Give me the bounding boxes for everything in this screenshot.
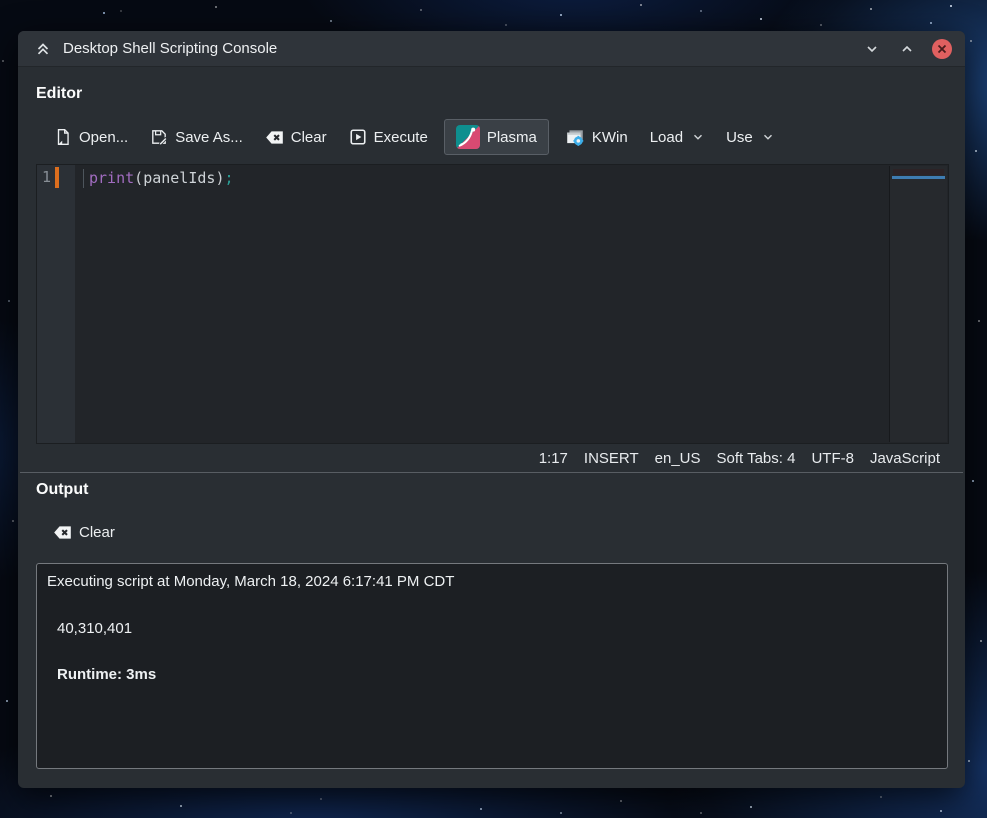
window-controls bbox=[861, 38, 953, 60]
document-open-icon bbox=[54, 128, 72, 146]
close-button[interactable] bbox=[931, 38, 953, 60]
output-toolbar: Clear bbox=[53, 519, 115, 545]
starfield-wallpaper bbox=[0, 0, 2, 2]
kwin-toggle-label: KWin bbox=[592, 129, 628, 146]
chevron-up-icon bbox=[898, 40, 916, 58]
output-line-result: 40,310,401 bbox=[57, 620, 937, 637]
kwin-window-gear-icon bbox=[565, 127, 585, 147]
chevron-down-icon bbox=[692, 131, 704, 143]
code-line: print(panelIds); bbox=[83, 167, 948, 189]
double-chevron-up-icon bbox=[34, 40, 52, 58]
document-save-as-icon bbox=[150, 128, 168, 146]
output-area[interactable]: Executing script at Monday, March 18, 20… bbox=[36, 563, 948, 769]
section-separator bbox=[20, 472, 963, 473]
code-token-paren: ) bbox=[215, 167, 224, 189]
kwin-toggle-button[interactable]: KWin bbox=[565, 127, 628, 147]
save-as-button-label: Save As... bbox=[175, 129, 243, 146]
output-clear-button[interactable]: Clear bbox=[53, 523, 115, 542]
close-x-icon bbox=[931, 38, 953, 60]
plasma-toggle-label: Plasma bbox=[487, 129, 537, 146]
line-number-gutter: 1 bbox=[37, 165, 75, 443]
load-menu-label: Load bbox=[650, 129, 683, 146]
encoding[interactable]: UTF-8 bbox=[811, 450, 854, 467]
editor-statusbar: 1:17 INSERT en_US Soft Tabs: 4 UTF-8 Jav… bbox=[36, 444, 940, 472]
maximize-button[interactable] bbox=[896, 38, 918, 60]
chevron-down-icon bbox=[762, 131, 774, 143]
editor-toolbar: Open... Save As... bbox=[54, 119, 774, 155]
use-menu-button[interactable]: Use bbox=[726, 129, 774, 146]
open-button-label: Open... bbox=[79, 129, 128, 146]
output-clear-label: Clear bbox=[79, 524, 115, 541]
use-menu-label: Use bbox=[726, 129, 753, 146]
window-title: Desktop Shell Scripting Console bbox=[63, 40, 861, 57]
titlebar[interactable]: Desktop Shell Scripting Console bbox=[18, 31, 965, 67]
editor-clear-button-label: Clear bbox=[291, 129, 327, 146]
output-line-runtime: Runtime: 3ms bbox=[57, 666, 937, 683]
line-number: 1 bbox=[42, 168, 51, 186]
plasma-logo-icon bbox=[456, 125, 480, 149]
language-mode[interactable]: JavaScript bbox=[870, 450, 940, 467]
window-content: Editor Open... bbox=[18, 68, 965, 788]
modified-line-indicator bbox=[55, 167, 59, 188]
code-editor[interactable]: 1 print(panelIds); bbox=[36, 164, 949, 444]
minimap-scrollbar[interactable] bbox=[889, 166, 947, 442]
save-as-button[interactable]: Save As... bbox=[150, 128, 243, 146]
minimap-text-preview bbox=[893, 169, 944, 175]
output-heading: Output bbox=[36, 481, 88, 499]
backspace-clear-icon bbox=[53, 523, 72, 542]
code-text-area[interactable]: print(panelIds); bbox=[75, 165, 948, 443]
output-line-timestamp: Executing script at Monday, March 18, 20… bbox=[47, 573, 937, 590]
cursor-position[interactable]: 1:17 bbox=[539, 450, 568, 467]
execute-button-label: Execute bbox=[374, 129, 428, 146]
icon-border-line bbox=[83, 169, 84, 188]
scripting-console-window: Desktop Shell Scripting Console Editor bbox=[18, 31, 965, 788]
open-button[interactable]: Open... bbox=[54, 128, 128, 146]
load-menu-button[interactable]: Load bbox=[650, 129, 704, 146]
backspace-clear-icon bbox=[265, 128, 284, 147]
input-mode[interactable]: INSERT bbox=[584, 450, 639, 467]
minimize-button[interactable] bbox=[861, 38, 883, 60]
code-token-keyword: print bbox=[89, 167, 134, 189]
minimap-visible-region bbox=[892, 176, 945, 179]
code-token-paren: ( bbox=[134, 167, 143, 189]
editor-heading: Editor bbox=[36, 85, 82, 103]
plasma-toggle-button[interactable]: Plasma bbox=[444, 119, 549, 155]
execute-button[interactable]: Execute bbox=[349, 128, 428, 146]
run-play-icon bbox=[349, 128, 367, 146]
editor-clear-button[interactable]: Clear bbox=[265, 128, 327, 147]
dictionary-locale[interactable]: en_US bbox=[655, 450, 701, 467]
chevron-down-icon bbox=[863, 40, 881, 58]
tab-settings[interactable]: Soft Tabs: 4 bbox=[717, 450, 796, 467]
code-token-semicolon: ; bbox=[224, 167, 233, 189]
code-token-identifier: panelIds bbox=[143, 167, 215, 189]
